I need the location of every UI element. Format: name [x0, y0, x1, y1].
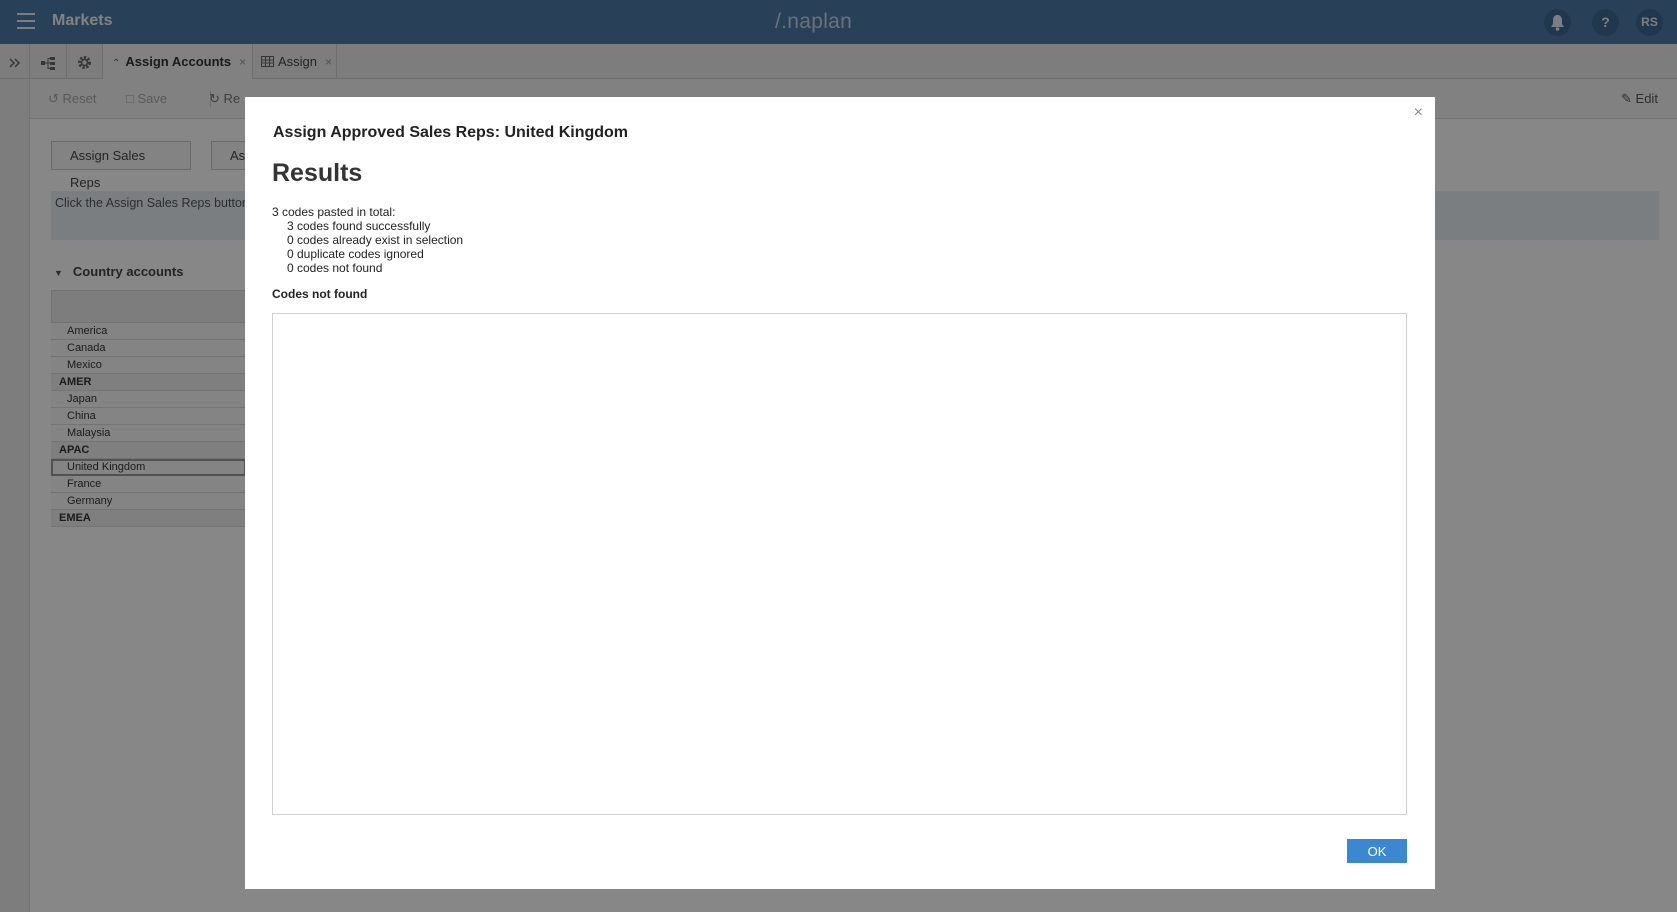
- results-heading: Results: [272, 159, 363, 187]
- summary-line: 0 duplicate codes ignored: [287, 247, 424, 261]
- close-icon[interactable]: ×: [1414, 104, 1423, 122]
- summary-line: 0 codes not found: [287, 261, 383, 275]
- summary-line: 0 codes already exist in selection: [287, 233, 464, 247]
- results-dialog: × Assign Approved Sales Reps: United Kin…: [245, 97, 1435, 889]
- summary-total: 3 codes pasted in total:: [272, 205, 396, 219]
- ok-button[interactable]: OK: [1347, 839, 1407, 863]
- summary-line: 3 codes found successfully: [287, 219, 431, 233]
- results-summary: 3 codes pasted in total: 3 codes found s…: [272, 205, 463, 275]
- codes-not-found-label: Codes not found: [272, 287, 368, 301]
- dialog-title: Assign Approved Sales Reps: United Kingd…: [273, 124, 629, 141]
- codes-not-found-textarea[interactable]: [272, 313, 1407, 815]
